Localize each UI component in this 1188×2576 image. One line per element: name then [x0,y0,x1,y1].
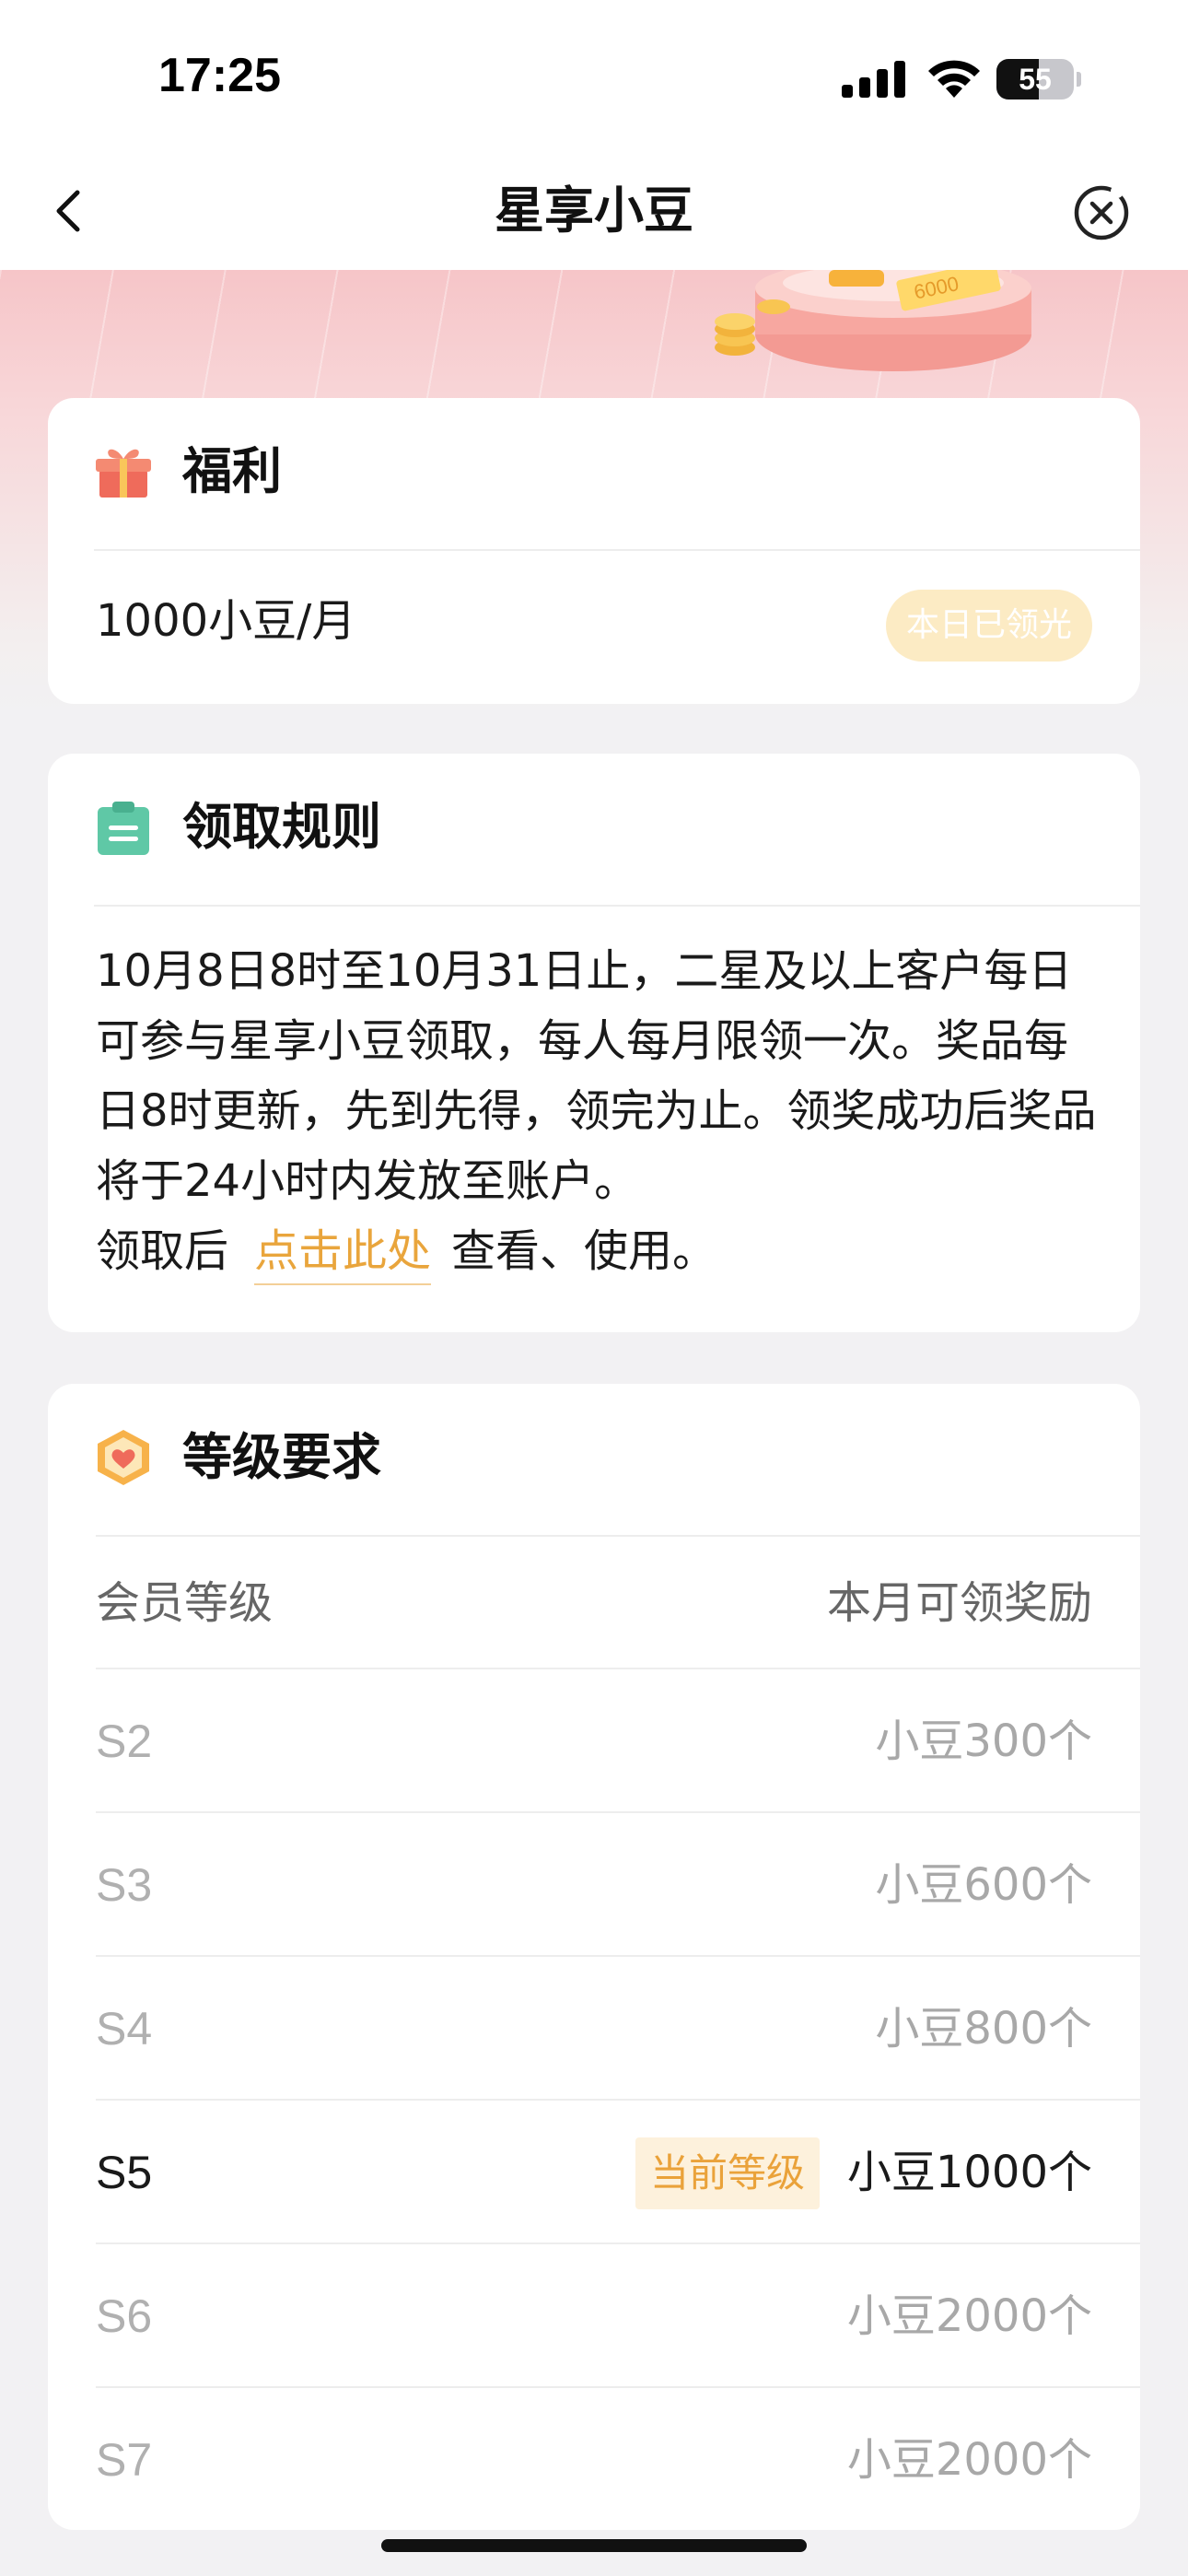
divider [94,549,1140,551]
rules-footer-prefix: 领取后 [96,1225,229,1277]
battery-level: 55 [1019,63,1052,96]
status-bar: 17:25 55 [0,0,1188,152]
home-indicator [381,2539,807,2552]
table-row: S3 小豆600个 [96,1811,1140,1955]
table-row: S4 小豆800个 [96,1955,1140,2099]
levels-card: 等级要求 会员等级 本月可领奖励 S2 小豆300个 S3 小豆600个 S4 … [48,1384,1140,2530]
level-reward: 小豆1000个 [846,2147,1092,2198]
rules-card: 领取规则 10月8日8时至10月31日止，二星及以上客户每日可参与星享小豆领取，… [48,754,1140,1332]
close-button[interactable] [1072,183,1131,242]
level-name: S2 [96,1715,153,1767]
benefit-title: 福利 [182,442,282,500]
table-row: S6 小豆2000个 [96,2242,1140,2386]
status-time: 17:25 [158,49,281,102]
battery-icon: 55 [996,59,1081,100]
gift-icon [96,449,151,498]
table-row-current: S5 当前等级 小豆1000个 [96,2099,1140,2242]
level-badge-icon [98,1430,149,1485]
wifi-icon [928,60,980,98]
clipboard-icon [98,802,149,855]
level-name: S5 [96,2147,153,2198]
rules-footer-suffix: 查看、使用。 [451,1225,717,1277]
levels-table: 会员等级 本月可领奖励 S2 小豆300个 S3 小豆600个 S4 小豆800… [96,1535,1140,2530]
page-title: 星享小豆 [495,181,693,240]
back-button[interactable] [42,176,98,246]
level-reward: 小豆800个 [875,2003,1092,2055]
level-reward: 小豆2000个 [846,2434,1092,2486]
table-row: S2 小豆300个 [96,1668,1140,1811]
rules-text: 10月8日8时至10月31日止，二星及以上客户每日可参与星享小豆领取，每人每月限… [96,945,1097,1207]
divider [94,905,1140,907]
table-row: S7 小豆2000个 [96,2386,1140,2530]
current-level-badge: 当前等级 [635,2137,820,2209]
col-reward-header: 本月可领奖励 [826,1577,1092,1629]
claimed-out-button[interactable]: 本日已领光 [886,590,1092,662]
level-reward: 小豆300个 [875,1715,1092,1767]
benefit-value: 1000小豆/月 [96,595,356,647]
level-reward: 小豆600个 [875,1859,1092,1911]
coin-pedestal-illustration: 6000 [715,270,1031,371]
level-name: S3 [96,1859,153,1911]
level-reward: 小豆2000个 [846,2290,1092,2342]
click-here-link[interactable]: 点击此处 [254,1219,432,1285]
level-name: S7 [96,2434,153,2486]
benefit-card: 福利 1000小豆/月 本日已领光 [48,398,1140,704]
levels-title: 等级要求 [182,1428,381,1486]
level-name: S6 [96,2290,153,2342]
col-level-header: 会员等级 [96,1577,274,1629]
signal-icon [842,61,905,98]
rules-footer: 领取后 点击此处 查看、使用。 [96,1216,716,1286]
levels-table-header: 会员等级 本月可领奖励 [96,1535,1140,1668]
nav-bar: 星享小豆 [0,152,1188,270]
rules-title: 领取规则 [182,798,381,856]
level-name: S4 [96,2003,153,2055]
